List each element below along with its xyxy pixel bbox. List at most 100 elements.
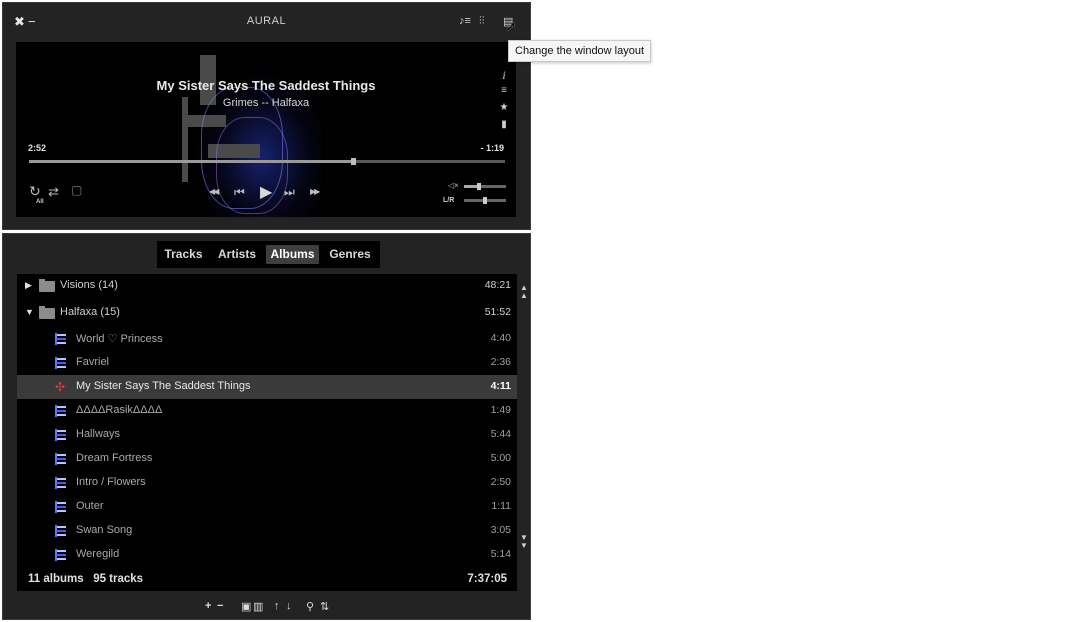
- track-name: Swan Song: [76, 524, 133, 536]
- sort-icon[interactable]: ⇅: [320, 600, 329, 613]
- track-title: My Sister Says The Saddest Things: [156, 78, 376, 93]
- track-row[interactable]: Outer 1:11: [17, 495, 517, 519]
- remove-icon[interactable]: −: [217, 600, 223, 612]
- folder-icon: [39, 279, 55, 292]
- repeat-mode-label: All: [36, 199, 44, 205]
- effects-icon[interactable]: ⫶⫶: [479, 15, 485, 28]
- volume-slider[interactable]: [464, 183, 506, 190]
- track-icon: [55, 549, 67, 561]
- album-duration: 48:21: [484, 279, 511, 291]
- track-name: My Sister Says The Saddest Things: [76, 380, 251, 392]
- elapsed-time[interactable]: 2:52: [28, 143, 46, 153]
- track-icon: [55, 357, 67, 369]
- track-icon: [55, 525, 67, 537]
- mute-icon[interactable]: ◁×: [448, 181, 459, 190]
- track-duration: 5:44: [490, 428, 511, 440]
- playlist-window: Tracks Artists Albums Genres ▶ Visions (…: [2, 233, 531, 620]
- tab-artists[interactable]: Artists: [213, 245, 261, 264]
- now-playing-panel: My Sister Says The Saddest Things Grimes…: [16, 42, 516, 217]
- album-group-row[interactable]: ▶ Visions (14) 48:21: [17, 274, 517, 298]
- track-name: Dream Fortress: [76, 452, 153, 464]
- track-icon: [55, 333, 67, 345]
- add-icon[interactable]: +: [205, 600, 211, 612]
- favorite-icon[interactable]: ★: [498, 102, 510, 113]
- seek-slider[interactable]: [29, 158, 505, 165]
- album-duration: 51:52: [484, 306, 511, 318]
- tab-albums[interactable]: Albums: [266, 245, 319, 264]
- album-name: Halfaxa (15): [60, 306, 120, 318]
- track-name: World ♡ Princess: [76, 333, 163, 345]
- track-duration: 4:11: [490, 380, 511, 392]
- app-title: AURAL: [246, 15, 287, 27]
- playlist-tabs: Tracks Artists Albums Genres: [157, 241, 380, 268]
- playlist-summary: 11 albums 95 tracks: [28, 573, 144, 585]
- track-duration: 1:49: [490, 404, 511, 416]
- remaining-time[interactable]: - 1:19: [480, 143, 504, 153]
- track-row[interactable]: Hallways 5:44: [17, 423, 517, 447]
- play-icon[interactable]: ▶: [260, 182, 272, 202]
- track-row[interactable]: ΔΔΔΔRasikΔΔΔΔ 1:49: [17, 399, 517, 423]
- track-row[interactable]: World ♡ Princess 4:40: [17, 327, 517, 351]
- repeat-icon[interactable]: ↻: [29, 183, 41, 200]
- balance-label: L/R: [443, 197, 455, 204]
- track-icon: [55, 429, 67, 441]
- track-row[interactable]: Favriel 2:36: [17, 351, 517, 375]
- track-row[interactable]: Weregild 5:14: [17, 543, 517, 567]
- track-name: Favriel: [76, 356, 110, 368]
- tooltip: Change the window layout: [508, 40, 652, 62]
- track-duration: 1:11: [491, 500, 511, 512]
- shuffle-icon[interactable]: ⇄: [48, 184, 59, 200]
- stop-after-icon[interactable]: ▢: [71, 183, 82, 197]
- seek-knob[interactable]: [350, 158, 356, 165]
- track-icon: [55, 453, 67, 465]
- move-down-icon[interactable]: ↓: [286, 600, 292, 612]
- track-duration: 5:00: [490, 452, 511, 464]
- track-name: ΔΔΔΔRasikΔΔΔΔ: [76, 404, 163, 416]
- track-row[interactable]: Intro / Flowers 2:50: [17, 471, 517, 495]
- move-up-icon[interactable]: ↑: [274, 600, 280, 612]
- previous-track-icon[interactable]: ⏮: [234, 185, 245, 200]
- track-icon: [55, 405, 67, 417]
- track-name: Outer: [76, 500, 104, 512]
- queue-icon[interactable]: ≡: [498, 85, 510, 96]
- track-artist-album: Grimes -- Halfaxa: [222, 97, 310, 109]
- playlist-total-duration: 7:37:05: [467, 573, 507, 585]
- track-icon: [55, 501, 67, 513]
- track-name: Intro / Flowers: [76, 476, 146, 488]
- balance-knob[interactable]: [483, 197, 487, 204]
- track-name: Weregild: [76, 548, 120, 560]
- next-track-icon[interactable]: ⏭: [284, 185, 295, 200]
- info-icon[interactable]: i: [498, 68, 510, 83]
- track-name: Hallways: [76, 428, 121, 440]
- track-row-playing[interactable]: ✣ My Sister Says The Saddest Things 4:11: [17, 375, 517, 399]
- clear-icon[interactable]: ▥: [253, 600, 263, 613]
- fast-forward-icon[interactable]: ▶▶: [310, 187, 320, 196]
- track-duration: 2:36: [490, 356, 511, 368]
- tab-tracks[interactable]: Tracks: [161, 245, 206, 264]
- track-duration: 3:05: [490, 524, 511, 536]
- volume-knob[interactable]: [476, 183, 481, 190]
- tab-genres[interactable]: Genres: [324, 245, 376, 264]
- rewind-icon[interactable]: ◀◀: [209, 187, 219, 196]
- folder-icon: [39, 306, 55, 319]
- save-icon[interactable]: ▣: [241, 600, 251, 613]
- bookmark-icon[interactable]: ▮: [498, 119, 510, 130]
- playlist-tree: ▶ Visions (14) 48:21 ▼ Halfaxa (15) 51:5…: [17, 274, 517, 591]
- playlist-toggle-icon[interactable]: ♪≡: [459, 15, 471, 27]
- mouse-cursor-icon: ➚: [505, 18, 517, 34]
- album-group-row[interactable]: ▼ Halfaxa (15) 51:52: [17, 301, 517, 325]
- search-icon[interactable]: ⚲: [306, 600, 314, 613]
- track-row[interactable]: Swan Song 3:05: [17, 519, 517, 543]
- track-duration: 2:50: [490, 476, 511, 488]
- scroll-to-top-icon[interactable]: ▲ ▲: [518, 284, 530, 300]
- scroll-to-bottom-icon[interactable]: ▼ ▼: [518, 534, 530, 550]
- track-row[interactable]: Dream Fortress 5:00: [17, 447, 517, 471]
- collapse-arrow-icon[interactable]: ▼: [25, 307, 34, 317]
- seek-progress: [29, 160, 353, 163]
- balance-slider[interactable]: [464, 197, 506, 204]
- player-window: ✖ − AURAL ♪≡ ⫶⫶ ▤ My Sister Says The Sad…: [2, 2, 531, 230]
- track-duration: 4:40: [490, 332, 511, 344]
- now-playing-icon: ✣: [55, 380, 66, 394]
- track-duration: 5:14: [490, 548, 511, 560]
- expand-arrow-icon[interactable]: ▶: [25, 280, 32, 291]
